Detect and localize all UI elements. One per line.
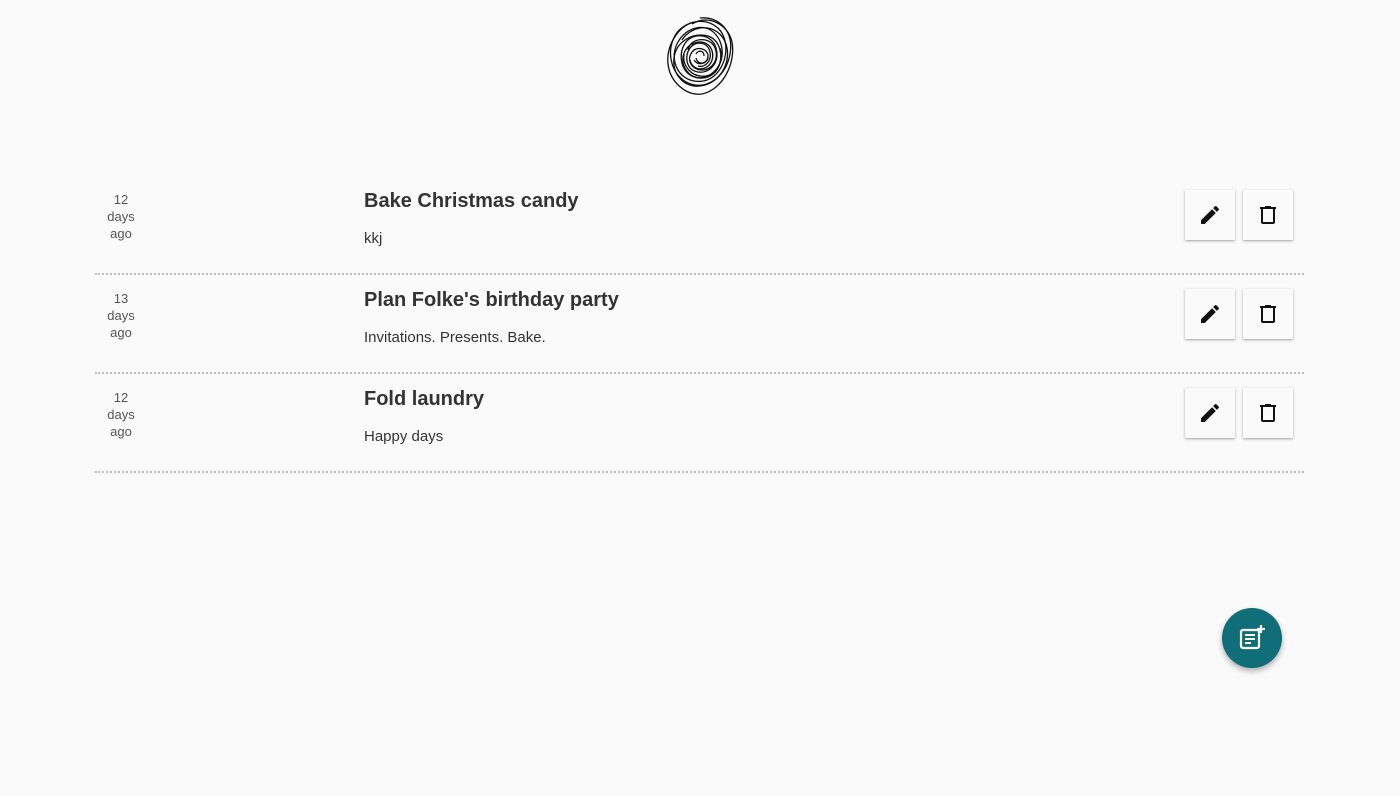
- note-age-suffix: ago: [110, 424, 132, 439]
- note-actions: [1185, 388, 1293, 438]
- note-age-unit: days: [107, 308, 135, 323]
- note-title: Bake Christmas candy: [364, 190, 579, 212]
- note-age-unit: days: [107, 209, 135, 224]
- delete-note-button[interactable]: [1243, 388, 1293, 438]
- note-body: Happy days: [364, 428, 444, 445]
- note-actions: [1185, 190, 1293, 240]
- note-row: 13 days ago Plan Folke's birthday party …: [95, 275, 1304, 374]
- note-actions: [1185, 289, 1293, 339]
- pencil-icon: [1201, 304, 1220, 323]
- note-title: Plan Folke's birthday party: [364, 289, 619, 311]
- delete-note-button[interactable]: [1243, 190, 1293, 240]
- note-age-suffix: ago: [110, 325, 132, 340]
- note-age-number: 13: [113, 291, 129, 306]
- pencil-icon: [1201, 205, 1220, 224]
- note-age: 13 days ago: [95, 290, 147, 341]
- note-body: kkj: [364, 230, 383, 247]
- page: 12 days ago Bake Christmas candy kkj 13 …: [0, 0, 1400, 796]
- delete-note-button[interactable]: [1243, 289, 1293, 339]
- note-age-number: 12: [113, 390, 129, 405]
- edit-note-button[interactable]: [1185, 190, 1235, 240]
- note-row: 12 days ago Fold laundry Happy days: [95, 374, 1304, 473]
- note-age-number: 12: [113, 192, 129, 207]
- scribble-logo-icon: [667, 17, 734, 95]
- note-body: Invitations. Presents. Bake.: [364, 329, 546, 346]
- trash-icon: [1260, 404, 1276, 422]
- note-age-suffix: ago: [110, 226, 132, 241]
- trash-icon: [1260, 206, 1276, 224]
- notes-list: 12 days ago Bake Christmas candy kkj 13 …: [95, 176, 1304, 473]
- note-age: 12 days ago: [95, 389, 147, 440]
- pencil-icon: [1201, 403, 1220, 422]
- note-title: Fold laundry: [364, 388, 484, 410]
- edit-note-button[interactable]: [1185, 289, 1235, 339]
- note-row: 12 days ago Bake Christmas candy kkj: [95, 176, 1304, 275]
- add-note-button[interactable]: [1222, 608, 1282, 668]
- note-age-unit: days: [107, 407, 135, 422]
- edit-note-button[interactable]: [1185, 388, 1235, 438]
- trash-icon: [1260, 305, 1276, 323]
- note-age: 12 days ago: [95, 191, 147, 242]
- note-add-icon: [1239, 625, 1265, 650]
